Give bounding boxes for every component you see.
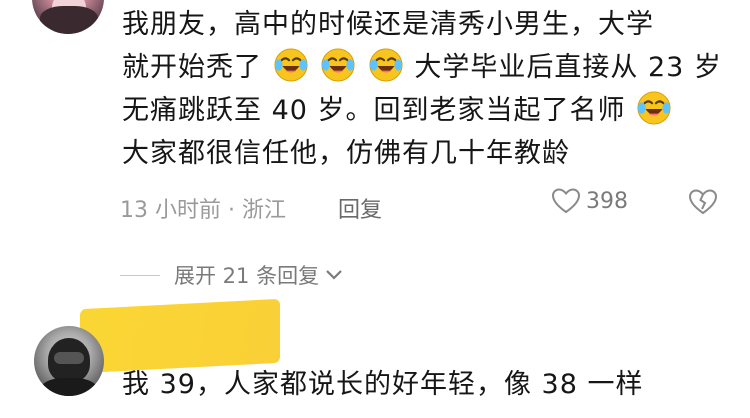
expand-replies-button[interactable]: 展开 21 条回复 — [120, 260, 343, 290]
reply-button[interactable]: 回复 — [338, 192, 382, 224]
chevron-down-icon — [326, 270, 342, 280]
comment-time-location: 13 小时前 · 浙江 — [120, 198, 286, 223]
laughing-crying-emoji-icon — [369, 48, 403, 82]
expand-replies-label: 展开 21 条回复 — [174, 264, 320, 288]
avatar-visor — [54, 352, 84, 364]
avatar-hair — [40, 6, 98, 34]
commenter-avatar[interactable] — [32, 0, 104, 34]
comment-line-4: 大家都很信任他，仿佛有几十年教龄 — [122, 138, 570, 169]
heart-icon — [552, 188, 580, 214]
like-count: 398 — [586, 188, 628, 214]
comment-line-2-prefix: 就开始秃了 — [122, 52, 262, 83]
comment-line-2-suffix: 大学毕业后直接从 23 岁 — [414, 52, 722, 83]
avatar-body — [40, 378, 98, 396]
laughing-crying-emoji-icon — [637, 91, 671, 125]
comment-line-2: 就开始秃了 大学毕业后直接从 23 岁 — [122, 46, 742, 89]
comment-line-1: 我朋友，高中的时候还是清秀小男生，大学 — [122, 9, 654, 40]
commenter-avatar-2[interactable] — [34, 326, 104, 396]
divider-line — [120, 274, 160, 276]
laughing-crying-emoji-icon — [321, 48, 355, 82]
comment-2-text: 我 39，人家都说长的好年轻，像 38 一样 — [122, 369, 644, 400]
comment-line-3-prefix: 无痛跳跃至 40 岁。回到老家当起了名师 — [122, 95, 626, 126]
comment-body: 我朋友，高中的时候还是清秀小男生，大学 就开始秃了 大学毕业后直接从 23 岁 … — [122, 3, 742, 175]
like-button[interactable]: 398 — [552, 188, 628, 214]
dislike-button[interactable] — [688, 188, 718, 222]
laughing-crying-emoji-icon — [274, 48, 308, 82]
comment-meta: 13 小时前 · 浙江 回复 398 — [120, 186, 750, 224]
redacted-username — [122, 322, 252, 356]
comment-line-3: 无痛跳跃至 40 岁。回到老家当起了名师 — [122, 89, 742, 132]
broken-heart-icon — [688, 189, 718, 215]
